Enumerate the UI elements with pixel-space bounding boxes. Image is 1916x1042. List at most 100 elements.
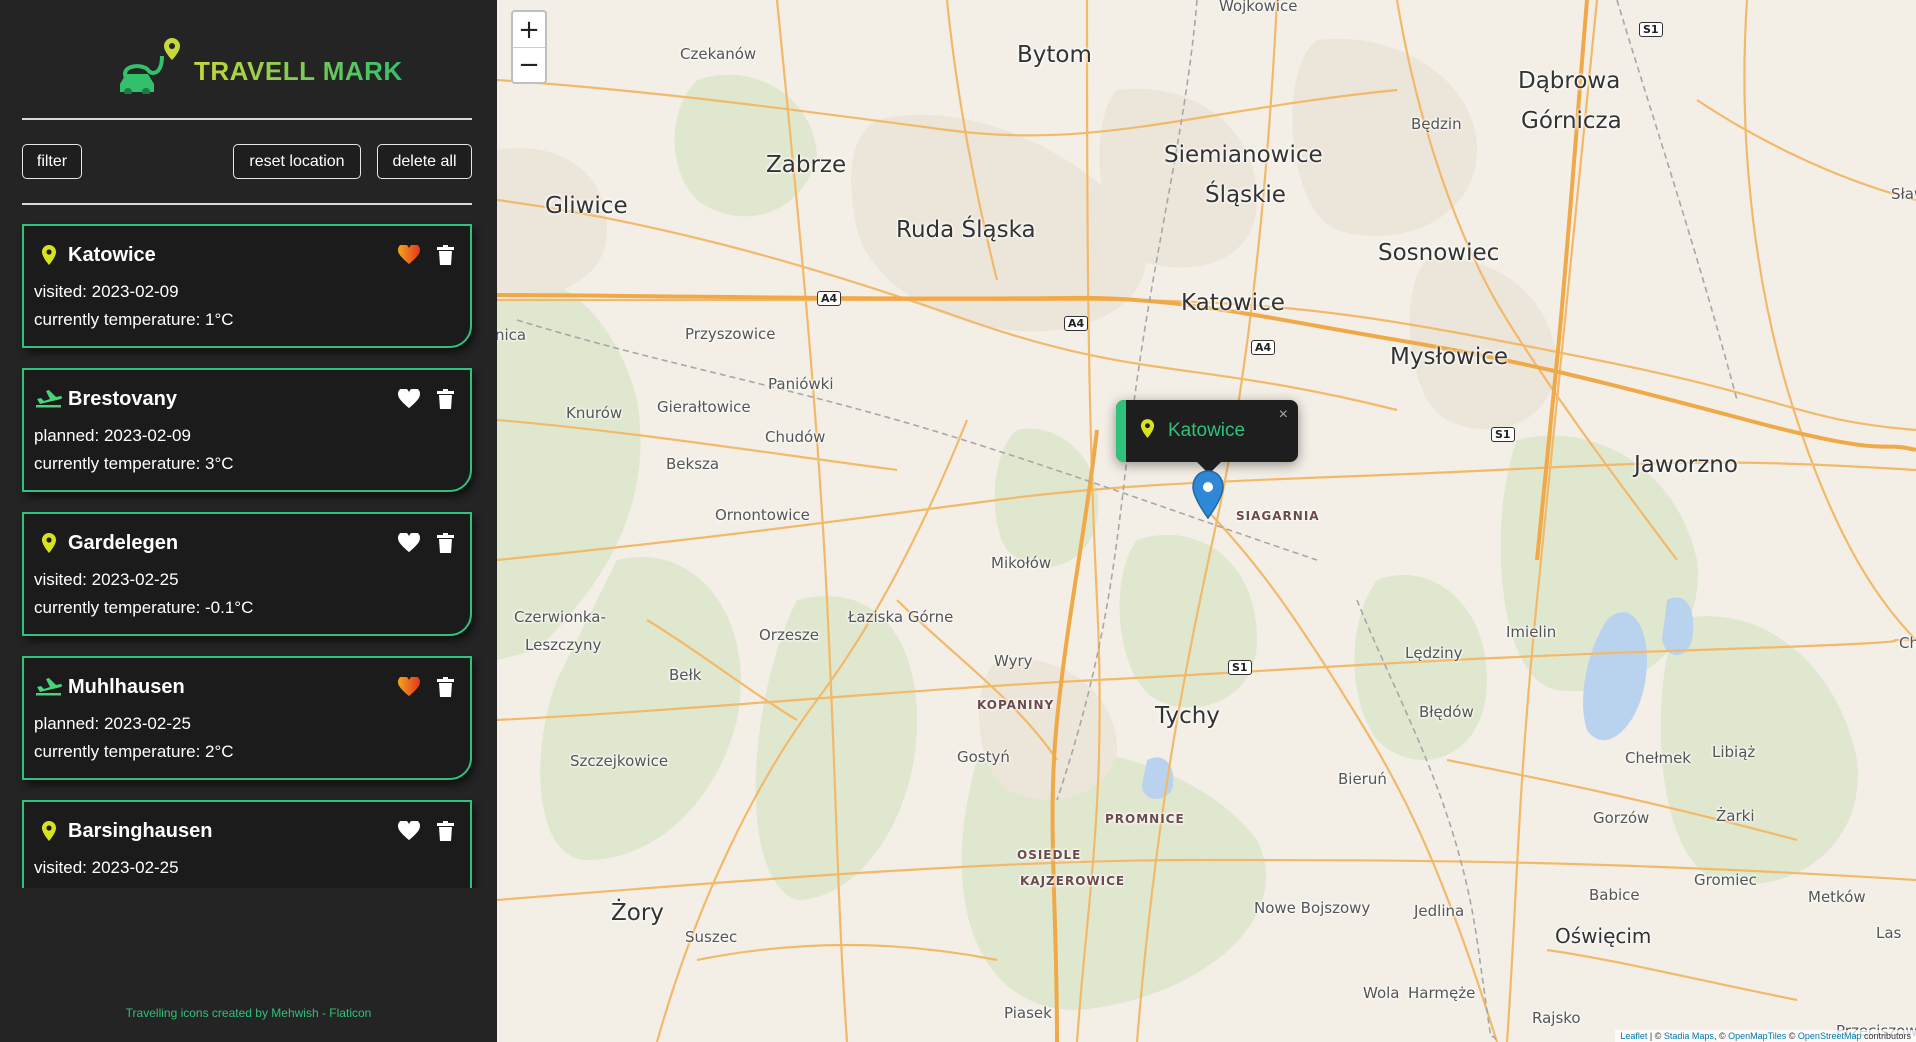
map-label: nica <box>497 326 527 344</box>
leaflet-link[interactable]: Leaflet <box>1620 1031 1647 1041</box>
app-title: TRAVELL MARK <box>194 55 403 86</box>
brand: TRAVELL MARK <box>118 34 403 94</box>
place-card[interactable]: Barsinghausen visited: 2023-02-25 <box>22 800 472 888</box>
zoom-in-button[interactable]: + <box>513 12 545 47</box>
map-attribution: Leaflet | © Stadia Maps, © OpenMapTiles … <box>1615 1030 1916 1042</box>
trash-icon[interactable] <box>434 676 456 698</box>
map-label: Ruda Śląska <box>896 217 1036 243</box>
map-label: Śląskie <box>1205 182 1286 208</box>
map-label: Rajsko <box>1532 1009 1581 1027</box>
map-label: Piasek <box>1004 1004 1052 1022</box>
map-label: Leszczyny <box>525 636 602 654</box>
map-label: SIAGARNIA <box>1236 509 1320 523</box>
attribution-sep: , © <box>1713 1031 1729 1041</box>
car-route-logo-icon <box>120 38 180 94</box>
map-label: Chełmek <box>1625 749 1691 767</box>
plane-icon <box>34 386 64 412</box>
map-label: Orzesze <box>759 626 819 644</box>
place-card[interactable]: Gardelegen visited: 2023-02-25 currently… <box>22 512 472 636</box>
map-label: PROMNICE <box>1105 812 1185 826</box>
heart-icon[interactable] <box>398 820 420 842</box>
map-label: Sosnowiec <box>1378 240 1500 266</box>
trash-icon[interactable] <box>434 244 456 266</box>
place-name: Gardelegen <box>68 531 179 554</box>
map-label: Imielin <box>1506 623 1557 641</box>
place-temperature: currently temperature: -0.1°C <box>34 598 254 617</box>
marker-popup[interactable]: Katowice × <box>1116 400 1298 474</box>
zoom-out-button[interactable]: − <box>513 47 545 82</box>
map-pin-icon <box>1140 418 1155 444</box>
map-label: Szczejkowice <box>570 752 669 770</box>
place-temperature: currently temperature: 3°C <box>34 454 234 473</box>
road-shield: A4 <box>817 291 842 306</box>
map-label: Mikołów <box>991 554 1052 572</box>
map-label: Nowe Bojszowy <box>1254 899 1371 917</box>
reset-location-button[interactable]: reset location <box>233 144 361 179</box>
popup-title: Katowice <box>1168 420 1246 441</box>
map-label: Wola <box>1363 984 1400 1002</box>
map-label: Wojkowice <box>1219 0 1298 15</box>
divider <box>22 203 472 205</box>
trash-icon[interactable] <box>434 532 456 554</box>
map-label: Chr <box>1899 634 1916 652</box>
map-pin-icon <box>34 818 64 844</box>
map-label: Beksza <box>666 455 720 473</box>
heart-icon[interactable] <box>398 676 420 698</box>
attribution-tail: contributors <box>1861 1031 1911 1041</box>
map-label: Jaworzno <box>1634 452 1738 478</box>
map-label: Bieruń <box>1338 770 1387 788</box>
map-label: Zabrze <box>766 152 847 178</box>
map-label: Metków <box>1808 888 1866 906</box>
plane-icon <box>34 674 64 700</box>
road-shield: A4 <box>1064 316 1089 331</box>
heart-icon[interactable] <box>398 532 420 554</box>
heart-icon[interactable] <box>398 388 420 410</box>
map-label: Gierałtowice <box>657 398 751 416</box>
map-label: Łaziska Górne <box>848 608 954 626</box>
place-card[interactable]: Muhlhausen planned: 2023-02-25 currently… <box>22 656 472 780</box>
trash-icon[interactable] <box>434 820 456 842</box>
map-label: Las <box>1876 924 1902 942</box>
map-label: Bytom <box>1017 42 1092 68</box>
map-label: Chudów <box>765 428 826 446</box>
place-card[interactable]: Brestovany planned: 2023-02-09 currently… <box>22 368 472 492</box>
place-name: Katowice <box>68 243 156 266</box>
map-label: Mysłowice <box>1390 344 1509 370</box>
map-label: Lędziny <box>1405 644 1463 662</box>
map-label: KOPANINY <box>977 698 1055 712</box>
place-name: Muhlhausen <box>68 675 185 698</box>
heart-icon[interactable] <box>398 244 420 266</box>
openmaptiles-link[interactable]: OpenMapTiles <box>1728 1031 1786 1041</box>
map-label: Tychy <box>1155 703 1220 729</box>
close-icon[interactable]: × <box>1279 406 1288 424</box>
map-label: Gorzów <box>1593 809 1650 827</box>
trash-icon[interactable] <box>434 388 456 410</box>
delete-all-button[interactable]: delete all <box>377 144 472 179</box>
osm-link[interactable]: OpenStreetMap <box>1798 1031 1862 1041</box>
map-label: Sławk <box>1891 185 1916 203</box>
stadia-link[interactable]: Stadia Maps <box>1664 1031 1714 1041</box>
map-label: Katowice <box>1181 290 1285 316</box>
divider <box>22 118 472 120</box>
attribution-sep: | © <box>1647 1031 1664 1041</box>
map-pin-icon <box>34 242 64 268</box>
map-label: Gromiec <box>1694 871 1757 889</box>
place-date: visited: 2023-02-25 <box>34 570 179 589</box>
place-card[interactable]: Katowice visited: 2023-02-09 currently t… <box>22 224 472 348</box>
icon-credit[interactable]: Travelling icons created by Mehwish - Fl… <box>0 1006 497 1020</box>
map-label: Harmęże <box>1408 984 1476 1002</box>
road-shield: S1 <box>1639 22 1663 37</box>
map-marker-icon[interactable] <box>1191 470 1225 525</box>
map-label: Ornontowice <box>715 506 810 524</box>
map-label: Jedlina <box>1414 902 1465 920</box>
filter-button[interactable]: filter <box>22 144 82 179</box>
place-temperature: currently temperature: 2°C <box>34 742 234 761</box>
map-label: Suszec <box>685 928 738 946</box>
map-label: Bełk <box>669 666 702 684</box>
map-pin-icon <box>34 530 64 556</box>
road-shield: A4 <box>1251 340 1276 355</box>
map[interactable]: + − A4 A4 A4 S1 S1 S1 Bytom Zabrze Gliwi… <box>497 0 1916 1042</box>
place-date: planned: 2023-02-09 <box>34 426 191 445</box>
attribution-sep: © <box>1786 1031 1798 1041</box>
place-temperature: currently temperature: 1°C <box>34 310 234 329</box>
